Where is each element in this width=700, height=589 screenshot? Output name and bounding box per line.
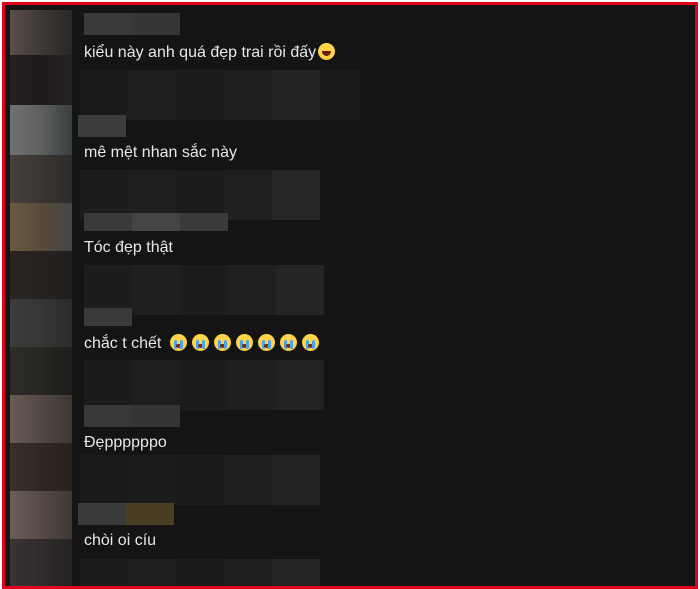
loudly-crying-face-icon	[236, 334, 254, 351]
loudly-crying-face-icon	[258, 334, 276, 351]
loudly-crying-face-icon	[192, 334, 210, 351]
comment-text: kiểu này anh quá đẹp trai rồi đấy	[84, 43, 336, 63]
avatar[interactable]	[10, 395, 72, 443]
comment-text: chắc t chết	[84, 334, 320, 354]
username-blurred[interactable]	[78, 503, 174, 525]
avatar[interactable]	[10, 155, 72, 203]
avatar[interactable]	[10, 105, 72, 155]
avatar[interactable]	[10, 203, 72, 251]
comment-actions-blurred	[80, 455, 320, 505]
avatar[interactable]	[10, 10, 72, 55]
username-blurred[interactable]	[84, 13, 180, 35]
username-blurred[interactable]	[78, 115, 126, 137]
comment-text-content: chắc t chết	[84, 335, 162, 352]
avatar[interactable]	[10, 539, 72, 586]
screenshot-frame: kiểu này anh quá đẹp trai rồi đấy mê mệt…	[2, 2, 698, 589]
comment-text: Tóc đẹp thật	[84, 238, 173, 258]
avatar[interactable]	[10, 55, 72, 105]
avatar[interactable]	[10, 299, 72, 347]
avatar[interactable]	[10, 347, 72, 395]
avatar-column	[10, 10, 72, 586]
comment-text-content: mê mệt nhan sắc này	[84, 144, 237, 161]
username-blurred[interactable]	[84, 405, 180, 427]
rolling-on-floor-laughing-icon	[318, 43, 336, 60]
loudly-crying-face-icon	[302, 334, 320, 351]
comment-text-content: Đẹppppppo	[84, 434, 167, 451]
loudly-crying-face-icon	[170, 334, 188, 351]
avatar[interactable]	[10, 251, 72, 299]
comment-text: chòi oi cíu	[84, 531, 156, 551]
avatar[interactable]	[10, 443, 72, 491]
username-blurred[interactable]	[84, 213, 228, 231]
comment-text-content: kiểu này anh quá đẹp trai rồi đấy	[84, 44, 317, 61]
comment-actions-blurred	[80, 70, 360, 120]
comment-text: Đẹppppppo	[84, 433, 167, 453]
comment-actions-blurred	[80, 559, 320, 586]
comment-text: mê mệt nhan sắc này	[84, 143, 237, 163]
username-blurred[interactable]	[84, 308, 132, 326]
loudly-crying-face-icon	[214, 334, 232, 351]
avatar[interactable]	[10, 491, 72, 539]
comment-text-content: chòi oi cíu	[84, 532, 157, 549]
comment-text-content: Tóc đẹp thật	[84, 239, 173, 256]
comment-actions-blurred	[84, 360, 324, 410]
loudly-crying-face-icon	[280, 334, 298, 351]
